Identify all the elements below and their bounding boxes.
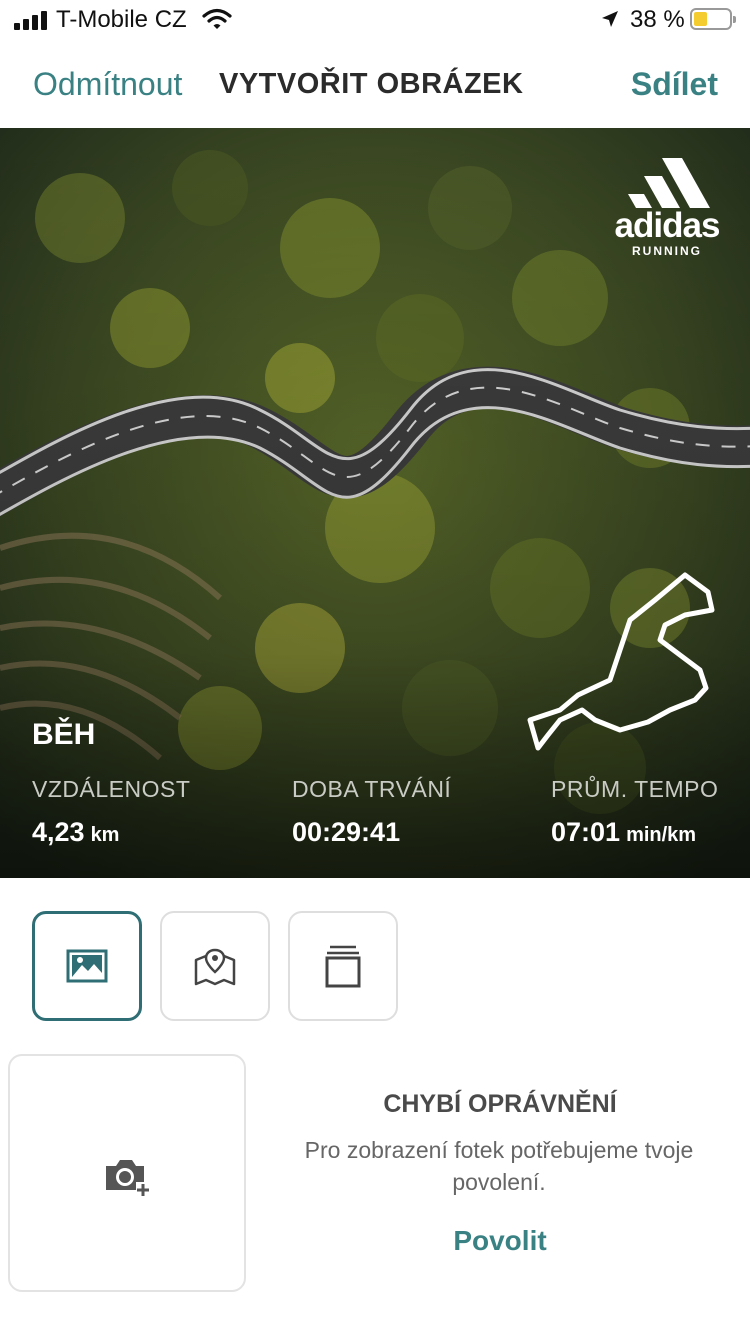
cancel-button[interactable]: Odmítnout bbox=[33, 66, 182, 103]
permission-text: Pro zobrazení fotek potřebujeme tvoje po… bbox=[304, 1137, 694, 1195]
stat-value: 07:01 min/km bbox=[551, 817, 697, 847]
image-icon bbox=[66, 949, 108, 983]
stat-label: VZDÁLENOST bbox=[32, 776, 191, 802]
battery-percent: 38 % bbox=[630, 6, 685, 33]
camera-add-icon bbox=[106, 1160, 150, 1196]
stat-label: DOBA TRVÁNÍ bbox=[292, 776, 452, 802]
adidas-running-logo: adidas RUNNING bbox=[612, 158, 722, 258]
wifi-icon bbox=[202, 8, 232, 29]
brand-subtitle: RUNNING bbox=[632, 244, 702, 258]
route-map-icon bbox=[527, 572, 715, 751]
share-image-preview: adidas RUNNING BĚH VZDÁLENOST 4,23 km DOB… bbox=[0, 128, 750, 878]
signal-icon bbox=[14, 10, 48, 30]
allow-button[interactable]: Povolit bbox=[270, 1225, 730, 1257]
mode-photo-button[interactable] bbox=[32, 911, 142, 1021]
battery-icon bbox=[690, 8, 736, 30]
adidas-stripes-icon bbox=[628, 158, 710, 208]
mode-stack-button[interactable] bbox=[288, 911, 398, 1021]
location-arrow-icon bbox=[602, 11, 618, 27]
mode-map-button[interactable] bbox=[160, 911, 270, 1021]
stat-value: 00:29:41 bbox=[292, 817, 401, 847]
map-pin-icon bbox=[194, 948, 236, 986]
share-button[interactable]: Sdílet bbox=[631, 66, 718, 103]
stat-distance: VZDÁLENOST 4,23 km bbox=[32, 776, 190, 848]
stat-duration: DOBA TRVÁNÍ 00:29:41 bbox=[292, 776, 451, 848]
stat-pace: PRŮM. TEMPO 07:01 min/km bbox=[551, 776, 718, 848]
battery-fill bbox=[694, 12, 707, 26]
activity-type: BĚH bbox=[32, 718, 96, 751]
status-bar: T-Mobile CZ 38 % bbox=[0, 0, 750, 40]
stack-icon bbox=[325, 945, 361, 988]
permission-title: CHYBÍ OPRÁVNĚNÍ bbox=[383, 1090, 617, 1118]
brand-name: adidas bbox=[614, 206, 721, 245]
navigation-bar: Odmítnout VYTVOŘIT OBRÁZEK Sdílet bbox=[0, 40, 750, 128]
carrier-name: T-Mobile CZ bbox=[56, 6, 187, 33]
page-title: VYTVOŘIT OBRÁZEK bbox=[219, 68, 524, 100]
stat-value: 4,23 km bbox=[32, 817, 120, 847]
stat-label: PRŮM. TEMPO bbox=[551, 776, 719, 802]
add-photo-card[interactable] bbox=[8, 1054, 246, 1292]
